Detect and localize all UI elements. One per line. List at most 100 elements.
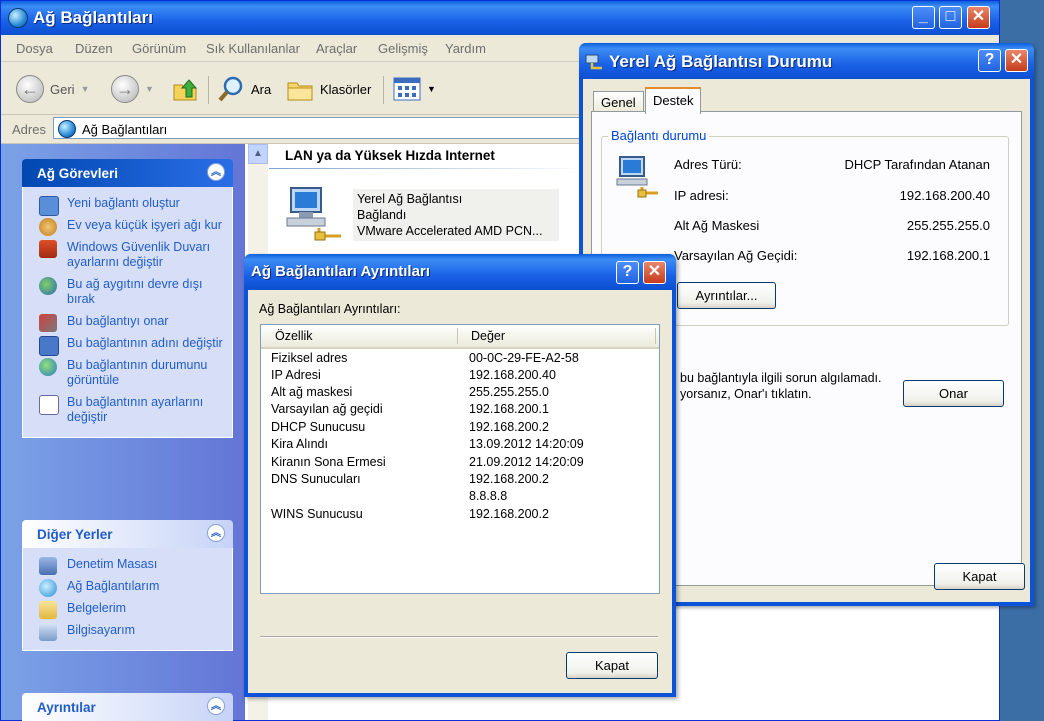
default-gateway-label: Varsayılan Ağ Geçidi: <box>674 248 798 263</box>
folders-button[interactable]: Klasörler <box>286 74 371 104</box>
lan-connection-text: Yerel Ağ Bağlantısı Bağlandı VMware Acce… <box>353 189 559 241</box>
task-home-network[interactable]: Ev veya küçük işyeri ağı kur <box>23 215 232 237</box>
column-divider[interactable] <box>655 328 656 344</box>
menu-gelismis[interactable]: Gelişmiş <box>378 41 428 56</box>
menu-duzen[interactable]: Düzen <box>75 41 113 56</box>
ip-address-value: 192.168.200.40 <box>899 188 990 203</box>
menu-sik-kullanilanlar[interactable]: Sık Kullanılanlar <box>206 41 300 56</box>
folder-icon <box>287 82 313 101</box>
lan-connection-item[interactable]: Yerel Ağ Bağlantısı Bağlandı VMware Acce… <box>285 184 559 246</box>
table-row[interactable]: Alt ağ maskesi 255.255.255.0 <box>261 384 659 401</box>
back-button[interactable]: ← Geri ▼ <box>16 74 89 104</box>
minimize-button[interactable]: _ <box>912 6 935 29</box>
menu-dosya[interactable]: Dosya <box>16 41 53 56</box>
menu-yardim[interactable]: Yardım <box>445 41 486 56</box>
repair-text-line-2: yorsanız, Onar'ı tıklatın. <box>680 387 812 401</box>
home-network-icon <box>39 218 57 236</box>
collapse-chevron-icon[interactable]: ︽ <box>207 524 225 542</box>
address-type-label: Adres Türü: <box>674 157 742 172</box>
status-title-bar[interactable]: Yerel Ağ Bağlantısı Durumu ? ✕ <box>579 43 1034 79</box>
help-button[interactable]: ? <box>616 261 639 284</box>
property-cell: IP Adresi <box>271 368 321 382</box>
table-row[interactable]: DHCP Sunucusu 192.168.200.2 <box>261 419 659 436</box>
task-disable-device[interactable]: Bu ağ aygıtını devre dışı bırak <box>23 274 232 311</box>
task-label: Bu ağ aygıtını devre dışı bırak <box>67 277 203 306</box>
task-view-status[interactable]: Bu bağlantının durumunu görüntüle <box>23 355 232 392</box>
help-button[interactable]: ? <box>978 49 1001 72</box>
ip-address-label: IP adresi: <box>674 188 729 203</box>
property-cell: Varsayılan ağ geçidi <box>271 402 383 416</box>
close-button[interactable]: ✕ <box>967 6 990 29</box>
explorer-title-bar[interactable]: Ağ Bağlantıları _ □ ✕ <box>1 1 999 35</box>
place-control-panel[interactable]: Denetim Masası <box>23 554 232 576</box>
network-places-icon <box>39 579 57 597</box>
network-tasks-header[interactable]: Ağ Görevleri ︽ <box>22 159 233 187</box>
views-button[interactable]: ▼ <box>393 74 436 104</box>
menu-gorunum[interactable]: Görünüm <box>132 41 186 56</box>
property-cell: Alt ağ maskesi <box>271 385 353 399</box>
forward-button[interactable]: → ▼ <box>111 74 154 104</box>
details-title-bar[interactable]: Ağ Bağlantıları Ayrıntıları ? ✕ <box>244 254 676 290</box>
task-firewall-settings[interactable]: Windows Güvenlik Duvarı ayarlarını değiş… <box>23 237 232 274</box>
computer-icon <box>39 623 57 641</box>
value-cell: 192.168.200.40 <box>469 368 556 382</box>
close-button[interactable]: ✕ <box>1005 49 1028 72</box>
status-window-title: Yerel Ağ Bağlantısı Durumu <box>609 52 833 71</box>
up-folder-button[interactable] <box>171 74 199 104</box>
new-connection-icon <box>39 196 59 216</box>
place-my-network[interactable]: Ağ Bağlantılarım <box>23 576 232 598</box>
place-my-documents[interactable]: Belgelerim <box>23 598 232 620</box>
table-row[interactable]: DNS Sunucuları 192.168.200.2 <box>261 471 659 488</box>
details-dialog-title: Ağ Bağlantıları Ayrıntıları <box>251 263 430 280</box>
tab-genel[interactable]: Genel <box>593 91 644 113</box>
close-button[interactable]: ✕ <box>643 261 666 284</box>
table-row[interactable]: 8.8.8.8 <box>261 488 659 505</box>
column-value[interactable]: Değer <box>471 329 505 343</box>
value-cell: 00-0C-29-FE-A2-58 <box>469 351 579 365</box>
close-dialog-button[interactable]: Kapat <box>934 563 1025 590</box>
table-row[interactable]: Kira Alındı 13.09.2012 14:20:09 <box>261 436 659 453</box>
network-tasks-list: Yeni bağlantı oluştur Ev veya küçük işye… <box>22 187 233 438</box>
table-row[interactable]: Fiziksel adres 00-0C-29-FE-A2-58 <box>261 350 659 367</box>
dropdown-arrow-icon: ▼ <box>145 84 154 94</box>
details-list[interactable]: Özellik Değer Fiziksel adres 00-0C-29-FE-… <box>260 324 660 594</box>
network-globe-icon <box>58 120 76 138</box>
value-cell: 21.09.2012 14:20:09 <box>469 455 584 469</box>
details-list-header: Özellik Değer <box>261 325 659 349</box>
collapse-chevron-icon[interactable]: ︽ <box>207 697 225 715</box>
tab-destek[interactable]: Destek <box>645 87 702 114</box>
table-row[interactable]: Varsayılan ağ geçidi 192.168.200.1 <box>261 401 659 418</box>
place-label: Denetim Masası <box>67 557 158 571</box>
close-dialog-button[interactable]: Kapat <box>566 652 658 679</box>
property-cell: DNS Sunucuları <box>271 472 361 486</box>
search-button[interactable]: Ara <box>217 74 271 104</box>
details-button[interactable]: Ayrıntılar... <box>677 282 776 309</box>
lan-computer-icon <box>616 156 658 198</box>
column-divider[interactable] <box>457 328 458 344</box>
views-grid-icon <box>393 77 421 101</box>
menu-araclar[interactable]: Araçlar <box>316 41 357 56</box>
column-property[interactable]: Özellik <box>275 329 313 343</box>
place-my-computer[interactable]: Bilgisayarım <box>23 620 232 642</box>
forward-arrow-icon: → <box>111 75 139 103</box>
other-places-panel: Diğer Yerler ︽ Denetim Masası Ağ Bağlant… <box>22 520 233 651</box>
table-row[interactable]: IP Adresi 192.168.200.40 <box>261 367 659 384</box>
value-cell: 192.168.200.2 <box>469 420 549 434</box>
details-panel-header[interactable]: Ayrıntılar ︽ <box>22 693 233 721</box>
repair-button[interactable]: Onar <box>903 380 1004 407</box>
maximize-button[interactable]: □ <box>939 6 962 29</box>
lan-computer-icon <box>286 187 341 241</box>
task-rename-connection[interactable]: Bu bağlantının adını değiştir <box>23 333 232 356</box>
toolbar-separator <box>383 76 384 104</box>
table-row[interactable]: Kiranın Sona Ermesi 21.09.2012 14:20:09 <box>261 454 659 471</box>
task-repair-connection[interactable]: Bu bağlantıyı onar <box>23 311 232 333</box>
task-new-connection[interactable]: Yeni bağlantı oluştur <box>23 193 232 216</box>
other-places-header[interactable]: Diğer Yerler ︽ <box>22 520 233 548</box>
collapse-chevron-icon[interactable]: ︽ <box>207 163 225 181</box>
task-change-settings[interactable]: Bu bağlantının ayarlarını değiştir <box>23 392 232 429</box>
table-row[interactable]: WINS Sunucusu 192.168.200.2 <box>261 506 659 523</box>
details-panel: Ayrıntılar ︽ <box>22 693 233 721</box>
network-tasks-panel: Ağ Görevleri ︽ Yeni bağlantı oluştur Ev … <box>22 159 233 438</box>
scroll-up-arrow-icon[interactable]: ▲ <box>248 144 268 164</box>
dropdown-arrow-icon: ▼ <box>427 84 436 94</box>
